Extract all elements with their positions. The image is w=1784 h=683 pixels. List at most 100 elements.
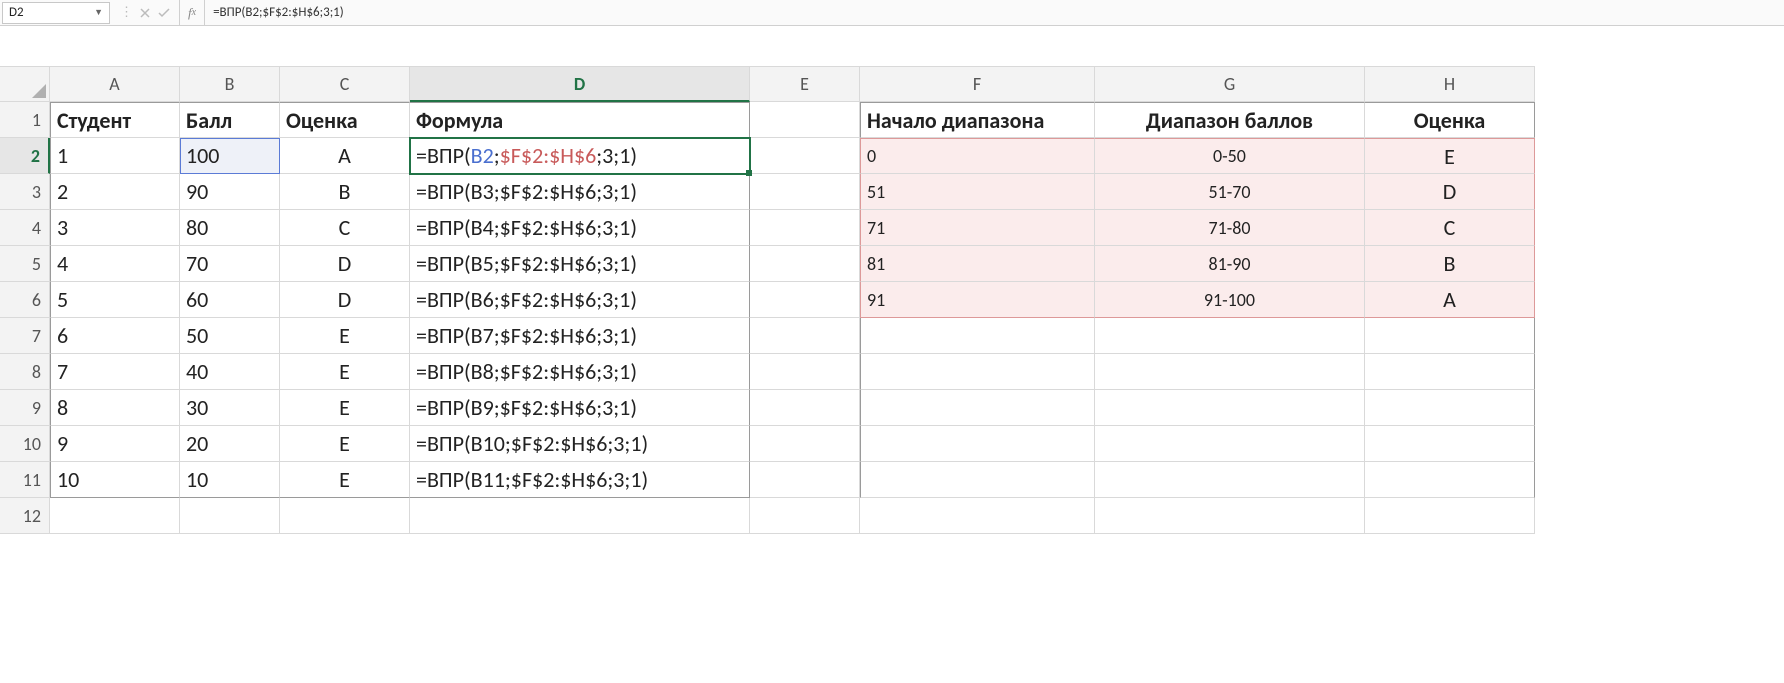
cell-C12[interactable] [280, 498, 410, 534]
cell-B11[interactable]: 10 [180, 462, 280, 498]
fx-label[interactable]: fx [180, 0, 205, 25]
cell-F4[interactable]: 71 [860, 210, 1095, 246]
cell-A9[interactable]: 8 [50, 390, 180, 426]
cell-D2[interactable]: =ВПР(B2;$F$2:$H$6;3;1) [410, 138, 750, 174]
cell-B1[interactable]: Балл [180, 102, 280, 138]
cell-G1[interactable]: Диапазон баллов [1095, 102, 1365, 138]
cell-E3[interactable] [750, 174, 860, 210]
cell-G6[interactable]: 91-100 [1095, 282, 1365, 318]
cell-A2[interactable]: 1 [50, 138, 180, 174]
cell-F5[interactable]: 81 [860, 246, 1095, 282]
cell-F12[interactable] [860, 498, 1095, 534]
cell-C2[interactable]: A [280, 138, 410, 174]
row-header-4[interactable]: 4 [0, 210, 50, 246]
cell-B4[interactable]: 80 [180, 210, 280, 246]
select-all-corner[interactable] [0, 66, 50, 102]
cell-C8[interactable]: E [280, 354, 410, 390]
cell-C7[interactable]: E [280, 318, 410, 354]
cell-F6[interactable]: 91 [860, 282, 1095, 318]
row-header-6[interactable]: 6 [0, 282, 50, 318]
cell-F2[interactable]: 0 [860, 138, 1095, 174]
cell-H8[interactable] [1365, 354, 1535, 390]
cell-A11[interactable]: 10 [50, 462, 180, 498]
cell-F9[interactable] [860, 390, 1095, 426]
name-box[interactable]: D2 ▼ [2, 2, 110, 24]
spreadsheet-grid[interactable]: ABCDEFGH1СтудентБаллОценкаФормулаНачало … [0, 66, 1784, 534]
cell-B3[interactable]: 90 [180, 174, 280, 210]
cell-E4[interactable] [750, 210, 860, 246]
col-header-A[interactable]: A [50, 66, 180, 102]
row-header-3[interactable]: 3 [0, 174, 50, 210]
cell-G9[interactable] [1095, 390, 1365, 426]
cell-B10[interactable]: 20 [180, 426, 280, 462]
cell-A7[interactable]: 6 [50, 318, 180, 354]
cell-C1[interactable]: Оценка [280, 102, 410, 138]
cell-H1[interactable]: Оценка [1365, 102, 1535, 138]
cell-C5[interactable]: D [280, 246, 410, 282]
row-header-8[interactable]: 8 [0, 354, 50, 390]
cell-G10[interactable] [1095, 426, 1365, 462]
cell-E6[interactable] [750, 282, 860, 318]
col-header-G[interactable]: G [1095, 66, 1365, 102]
cell-B9[interactable]: 30 [180, 390, 280, 426]
col-header-E[interactable]: E [750, 66, 860, 102]
cell-G4[interactable]: 71-80 [1095, 210, 1365, 246]
cell-D9[interactable]: =ВПР(B9;$F$2:$H$6;3;1) [410, 390, 750, 426]
cell-E11[interactable] [750, 462, 860, 498]
cell-B6[interactable]: 60 [180, 282, 280, 318]
row-header-2[interactable]: 2 [0, 138, 50, 174]
cell-C10[interactable]: E [280, 426, 410, 462]
col-header-H[interactable]: H [1365, 66, 1535, 102]
cell-E9[interactable] [750, 390, 860, 426]
row-header-10[interactable]: 10 [0, 426, 50, 462]
cell-G12[interactable] [1095, 498, 1365, 534]
row-header-9[interactable]: 9 [0, 390, 50, 426]
name-box-dropdown-icon[interactable]: ▼ [94, 7, 103, 18]
cell-H11[interactable] [1365, 462, 1535, 498]
cell-G11[interactable] [1095, 462, 1365, 498]
cell-G2[interactable]: 0-50 [1095, 138, 1365, 174]
formula-input[interactable]: =ВПР(B2;$F$2:$H$6;3;1) [205, 0, 1784, 25]
cell-A5[interactable]: 4 [50, 246, 180, 282]
cell-D10[interactable]: =ВПР(B10;$F$2:$H$6;3;1) [410, 426, 750, 462]
cell-H5[interactable]: B [1365, 246, 1535, 282]
cell-F3[interactable]: 51 [860, 174, 1095, 210]
cell-D5[interactable]: =ВПР(B5;$F$2:$H$6;3;1) [410, 246, 750, 282]
cell-C6[interactable]: D [280, 282, 410, 318]
cell-D8[interactable]: =ВПР(B8;$F$2:$H$6;3;1) [410, 354, 750, 390]
col-header-F[interactable]: F [860, 66, 1095, 102]
cell-F11[interactable] [860, 462, 1095, 498]
enter-icon[interactable] [157, 7, 171, 19]
cell-E10[interactable] [750, 426, 860, 462]
row-header-1[interactable]: 1 [0, 102, 50, 138]
cell-D6[interactable]: =ВПР(B6;$F$2:$H$6;3;1) [410, 282, 750, 318]
cell-F8[interactable] [860, 354, 1095, 390]
cancel-icon[interactable] [139, 7, 151, 19]
cell-B12[interactable] [180, 498, 280, 534]
cell-D1[interactable]: Формула [410, 102, 750, 138]
cell-D12[interactable] [410, 498, 750, 534]
cell-E5[interactable] [750, 246, 860, 282]
cell-H6[interactable]: A [1365, 282, 1535, 318]
cell-E12[interactable] [750, 498, 860, 534]
cell-G8[interactable] [1095, 354, 1365, 390]
cell-D7[interactable]: =ВПР(B7;$F$2:$H$6;3;1) [410, 318, 750, 354]
cell-E8[interactable] [750, 354, 860, 390]
cell-C11[interactable]: E [280, 462, 410, 498]
col-header-B[interactable]: B [180, 66, 280, 102]
cell-A12[interactable] [50, 498, 180, 534]
cell-H7[interactable] [1365, 318, 1535, 354]
cell-C9[interactable]: E [280, 390, 410, 426]
cell-H4[interactable]: C [1365, 210, 1535, 246]
cell-H10[interactable] [1365, 426, 1535, 462]
cell-G7[interactable] [1095, 318, 1365, 354]
cell-F10[interactable] [860, 426, 1095, 462]
cell-A1[interactable]: Студент [50, 102, 180, 138]
cell-C4[interactable]: C [280, 210, 410, 246]
cell-A10[interactable]: 9 [50, 426, 180, 462]
cell-E1[interactable] [750, 102, 860, 138]
cell-A3[interactable]: 2 [50, 174, 180, 210]
cell-C3[interactable]: B [280, 174, 410, 210]
cell-B8[interactable]: 40 [180, 354, 280, 390]
col-header-C[interactable]: C [280, 66, 410, 102]
